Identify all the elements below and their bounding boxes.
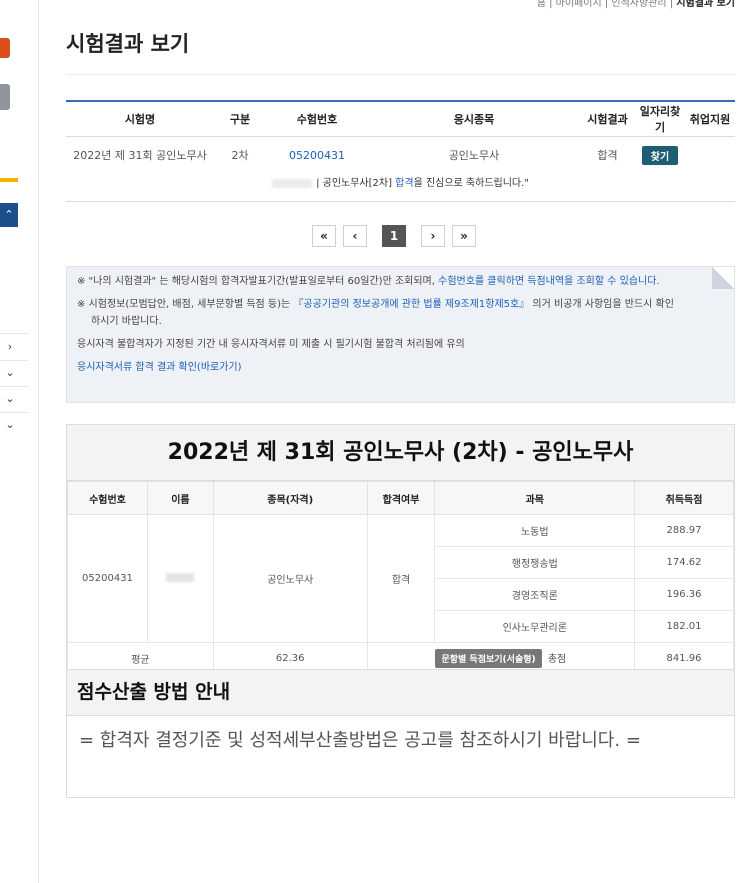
page-fold-icon	[712, 267, 734, 289]
exam-number-link[interactable]: 05200431	[266, 149, 368, 162]
congrats-pre: | 공인노무사[2차]	[316, 178, 396, 189]
col-name: 이름	[146, 481, 214, 515]
col-jobs: 일자리찾기	[639, 105, 681, 134]
exam-field: 공인노무사	[448, 149, 500, 162]
blurred-name	[166, 572, 195, 582]
table-header: 시험명 구분 수험번호 응시종목 시험결과 일자리찾기 취업지원	[66, 102, 735, 137]
col-number: 수험번호	[67, 481, 148, 515]
score-method-guide: 점수산출 방법 안내 = 합격자 결정기준 및 성적세부산출방법은 공고를 참조…	[66, 669, 735, 798]
pagination: « ‹ 1 › »	[312, 225, 483, 247]
score-table: 수험번호 이름 종목(자격) 합격여부 과목 취득득점 05200431 공인노…	[67, 481, 734, 674]
candidate-number: 05200431	[67, 514, 148, 643]
breadcrumb: 홈 | 마이페이지 | 인적사항관리 | 시험결과 보기	[536, 0, 735, 9]
notice-link: 수험번호를 클릭하면 득점내역을 조회할 수 있습니다.	[438, 276, 660, 287]
title-divider	[66, 74, 735, 75]
breadcrumb-personal[interactable]: 인적사항관리	[611, 0, 666, 9]
law-link: 『공공기관의 정보공개에 관한 법률 제9조제1항제5호』	[293, 299, 530, 310]
score-detail: 2022년 제 31회 공인노무사 (2차) - 공인노무사 수험번호 이름 종…	[66, 424, 735, 675]
chevron-down-icon[interactable]: ⌄	[3, 366, 17, 379]
subject-score: 174.62	[634, 546, 734, 579]
sidebar-gray-button[interactable]	[0, 84, 10, 110]
col-support: 취업지원	[689, 113, 731, 126]
congrats-post: 을 진심으로 축하드립니다."	[413, 178, 529, 189]
method-title: 점수산출 방법 안내	[67, 670, 734, 716]
breadcrumb-mypage[interactable]: 마이페이지	[556, 0, 602, 9]
table-row: 2022년 제 31회 공인노무사 2차 05200431 공인노무사 합격 찾…	[66, 137, 735, 173]
find-job-button[interactable]: 찾기	[641, 145, 679, 165]
breadcrumb-current: 시험결과 보기	[676, 0, 735, 9]
subject-name: 노동법	[434, 514, 636, 547]
chevron-down-icon[interactable]: ⌄	[3, 392, 17, 405]
notice-text: ※ 시험정보(모범답안, 배점, 세부문항별 득점 등)는	[77, 299, 294, 310]
sidebar-divider	[0, 386, 28, 387]
notice-line-1: ※ "나의 시험결과" 는 해당시험의 합격자발표기간(발표일로부터 60일간)…	[77, 275, 724, 289]
exam-name: 2022년 제 31회 공인노무사	[73, 149, 207, 162]
notice-box: ※ "나의 시험결과" 는 해당시험의 합격자발표기간(발표일로부터 60일간)…	[66, 266, 735, 403]
score-title: 2022년 제 31회 공인노무사 (2차) - 공인노무사	[67, 425, 734, 481]
subject-name: 경영조직론	[434, 578, 636, 611]
pass-status: 합격	[366, 514, 436, 643]
col-score: 취득득점	[634, 481, 734, 515]
page-first-button[interactable]: «	[312, 225, 336, 247]
exam-type: 2차	[231, 149, 249, 162]
question-score-button[interactable]: 문항별 득점보기(서술형)	[435, 648, 542, 668]
breadcrumb-home[interactable]: 홈	[537, 0, 546, 9]
total-label: 총점	[547, 653, 567, 665]
col-number: 수험번호	[296, 113, 338, 126]
col-field: 응시종목	[453, 113, 495, 126]
page-last-button[interactable]: »	[452, 225, 476, 247]
qualification: 공인노무사	[212, 514, 368, 643]
notice-line-2-cont: 하시기 바랍니다.	[91, 316, 162, 327]
col-result: 시험결과	[587, 113, 628, 126]
exam-result: 합격	[597, 149, 618, 162]
congrats-pass: 합격	[395, 178, 414, 189]
candidate-name	[146, 514, 214, 643]
exam-result-table: 시험명 구분 수험번호 응시종목 시험결과 일자리찾기 취업지원 2022년 제…	[66, 100, 735, 202]
col-pass: 합격여부	[366, 481, 436, 515]
sidebar-divider	[0, 412, 28, 413]
notice-text: 의거 비공개 사항임을 반드시 확인	[529, 299, 674, 310]
page-current[interactable]: 1	[382, 225, 406, 247]
sidebar-accent-bar	[0, 178, 18, 182]
col-type: 구분	[229, 113, 251, 126]
blurred-name	[272, 178, 313, 188]
subject-score: 196.36	[634, 578, 734, 611]
notice-line-2: ※ 시험정보(모범답안, 배점, 세부문항별 득점 등)는 『공공기관의 정보공…	[77, 298, 724, 312]
chevron-down-icon[interactable]: ⌄	[3, 418, 17, 431]
page-title: 시험결과 보기	[66, 32, 190, 56]
subject-score: 288.97	[634, 514, 734, 547]
subject-name: 행정쟁송법	[434, 546, 636, 579]
sidebar-divider	[0, 360, 28, 361]
chevron-up-icon[interactable]: ⌃	[0, 203, 18, 227]
col-subject: 과목	[434, 481, 636, 515]
sidebar-divider	[0, 333, 28, 334]
method-body: = 합격자 결정기준 및 성적세부산출방법은 공고를 참조하시기 바랍니다. =	[79, 730, 641, 751]
col-exam: 시험명	[124, 113, 156, 126]
left-sidebar: ⌃ › ⌄ ⌄ ⌄	[0, 0, 39, 883]
col-qualification: 종목(자격)	[212, 481, 368, 515]
table-row: 05200431 공인노무사 합격 노동법 288.97	[67, 514, 734, 643]
score-header-row: 수험번호 이름 종목(자격) 합격여부 과목 취득득점	[67, 481, 734, 515]
congratulation-message: | 공인노무사[2차] 합격을 진심으로 축하드립니다."	[66, 173, 735, 202]
subject-score: 182.01	[634, 610, 734, 643]
subject-name: 인사노무관리론	[434, 610, 636, 643]
page-prev-button[interactable]: ‹	[343, 225, 367, 247]
notice-text: ※ "나의 시험결과" 는 해당시험의 합격자발표기간(발표일로부터 60일간)…	[77, 276, 439, 287]
page-next-button[interactable]: ›	[421, 225, 445, 247]
document-check-link[interactable]: 응시자격서류 합격 결과 확인(바로가기)	[77, 361, 724, 375]
chevron-right-icon[interactable]: ›	[3, 340, 17, 353]
sidebar-orange-button[interactable]	[0, 38, 10, 58]
notice-line-3: 응시자격 불합격자가 지정된 기간 내 응시자격서류 미 제출 시 필기시험 불…	[77, 339, 465, 350]
